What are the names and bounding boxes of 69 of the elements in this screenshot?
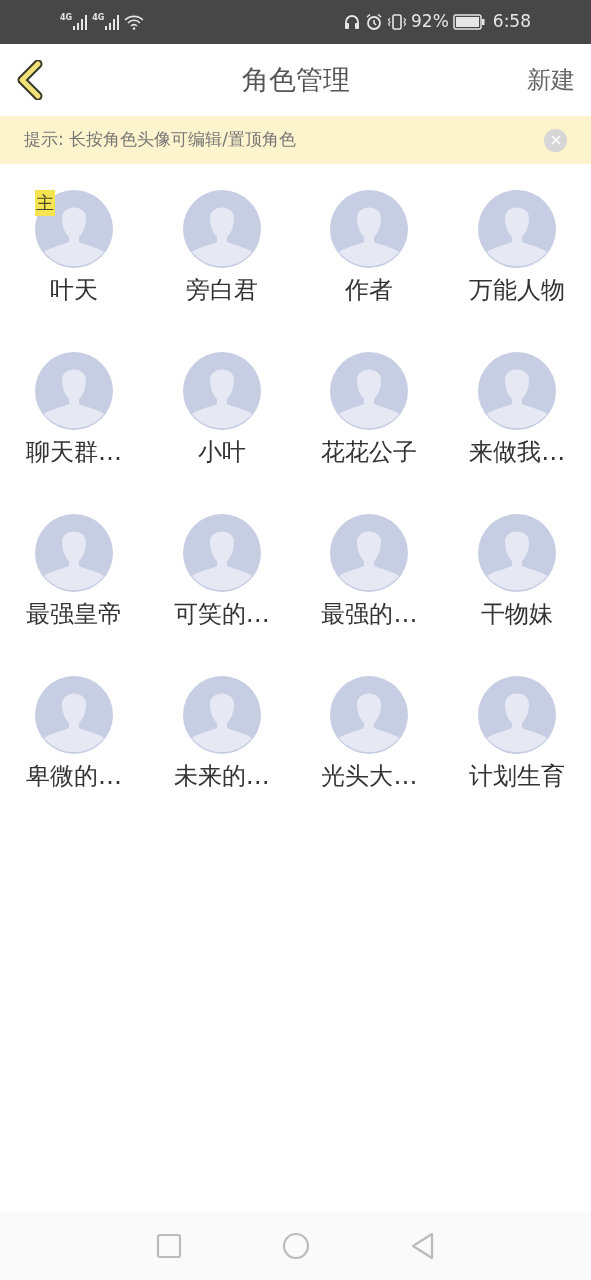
role-avatar[interactable] (330, 190, 409, 268)
role-name: 万能人物 (469, 275, 566, 306)
role-name: 计划生育 (469, 761, 566, 792)
role-avatar[interactable] (330, 352, 409, 430)
avatar-placeholder-icon (478, 190, 557, 268)
role-name: 最强的… (321, 599, 418, 630)
role-name: 干物妹 (481, 599, 554, 630)
signal-icon (72, 14, 89, 30)
alarm-icon (365, 13, 383, 31)
role-avatar[interactable] (34, 676, 113, 754)
page-title: 角色管理 (241, 62, 350, 97)
avatar-placeholder-icon (182, 352, 261, 430)
main-role-badge: 主 (34, 190, 55, 216)
battery-icon (452, 14, 485, 30)
avatar-placeholder-icon (478, 514, 557, 592)
role-name: 卑微的… (25, 761, 122, 792)
role-avatar[interactable]: 主 (34, 190, 113, 268)
role-name: 来做我… (469, 437, 566, 468)
avatar-placeholder-icon (34, 352, 113, 430)
role-avatar[interactable] (34, 514, 113, 592)
role-avatar[interactable] (330, 514, 409, 592)
back-icon (16, 60, 44, 100)
avatar-placeholder-icon (34, 514, 113, 592)
avatar-placeholder-icon (182, 190, 261, 268)
role-avatar[interactable] (182, 352, 261, 430)
close-icon (550, 135, 561, 145)
role-avatar[interactable] (182, 190, 261, 268)
network-label: 4G (60, 14, 73, 22)
avatar-placeholder-icon (478, 676, 557, 754)
role-avatar[interactable] (182, 676, 261, 754)
avatar-placeholder-icon (34, 190, 113, 268)
role-name: 叶天 (49, 275, 98, 306)
home-button[interactable] (281, 1232, 310, 1260)
recent-apps-button[interactable] (155, 1233, 182, 1259)
avatar-placeholder-icon (34, 676, 113, 754)
new-button[interactable]: 新建 (527, 62, 575, 98)
wifi-icon (124, 14, 145, 30)
role-name: 聊天群… (25, 437, 122, 468)
avatar-placeholder-icon (478, 352, 557, 430)
role-name: 作者 (345, 275, 394, 306)
role-avatar[interactable] (478, 190, 557, 268)
role-name: 旁白君 (185, 275, 258, 306)
avatar-placeholder-icon (330, 514, 409, 592)
role-avatar[interactable] (478, 676, 557, 754)
role-avatar[interactable] (478, 352, 557, 430)
tip-text: 提示: 长按角色头像可编辑/置顶角色 (24, 128, 296, 152)
headphones-icon (343, 13, 361, 31)
vibrate-icon (387, 13, 407, 31)
avatar-placeholder-icon (330, 190, 409, 268)
role-name: 可笑的… (173, 599, 270, 630)
role-name: 小叶 (197, 437, 246, 468)
role-avatar[interactable] (478, 514, 557, 592)
avatar-placeholder-icon (182, 676, 261, 754)
network-label: 4G (92, 14, 105, 22)
back-nav-button[interactable] (409, 1232, 436, 1260)
role-avatar[interactable] (330, 676, 409, 754)
avatar-placeholder-icon (330, 676, 409, 754)
role-avatar[interactable] (34, 352, 113, 430)
role-name: 花花公子 (321, 437, 418, 468)
avatar-placeholder-icon (182, 514, 261, 592)
role-name: 未来的… (173, 761, 270, 792)
role-avatar[interactable] (182, 514, 261, 592)
avatar-placeholder-icon (330, 352, 409, 430)
battery-percent: 92% (411, 10, 449, 34)
role-name: 最强皇帝 (25, 599, 122, 630)
clock-time: 6:58 (492, 10, 531, 34)
role-name: 光头大… (321, 761, 418, 792)
signal-icon (104, 14, 121, 30)
close-button[interactable] (544, 128, 567, 152)
